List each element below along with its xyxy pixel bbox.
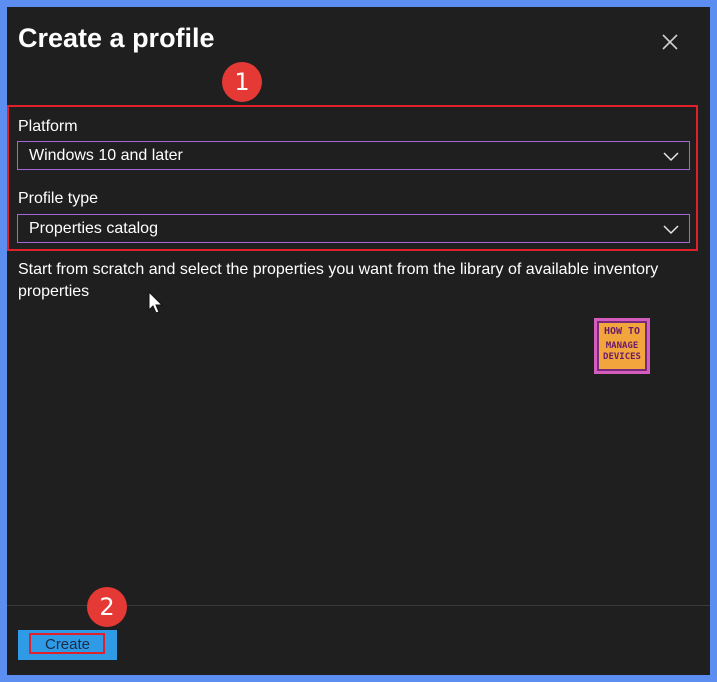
- chevron-down-icon: [663, 152, 679, 162]
- logo-line-3: DEVICES: [603, 352, 641, 362]
- create-profile-dialog: Create a profile 1 Platform Windows 10 a…: [7, 7, 710, 675]
- mouse-cursor-icon: [148, 291, 164, 314]
- profile-type-description: Start from scratch and select the proper…: [18, 261, 659, 300]
- profile-type-label: Profile type: [18, 190, 99, 207]
- profile-type-select[interactable]: Properties catalog: [17, 214, 690, 243]
- create-highlight-box: [29, 633, 105, 654]
- step-1-badge: 1: [222, 62, 262, 102]
- chevron-down-icon: [663, 225, 679, 235]
- step-2-badge: 2: [87, 587, 127, 627]
- close-icon[interactable]: [659, 31, 681, 53]
- platform-value: Windows 10 and later: [29, 147, 183, 164]
- profile-type-value: Properties catalog: [29, 220, 158, 237]
- logo-line-2: MANAGE: [605, 341, 639, 351]
- platform-select[interactable]: Windows 10 and later: [17, 141, 690, 170]
- how-to-manage-devices-logo: HOW TO MANAGE DEVICES: [594, 318, 650, 374]
- platform-label: Platform: [18, 118, 78, 135]
- logo-line-1: HOW TO: [603, 326, 641, 337]
- dialog-title: Create a profile: [18, 23, 215, 53]
